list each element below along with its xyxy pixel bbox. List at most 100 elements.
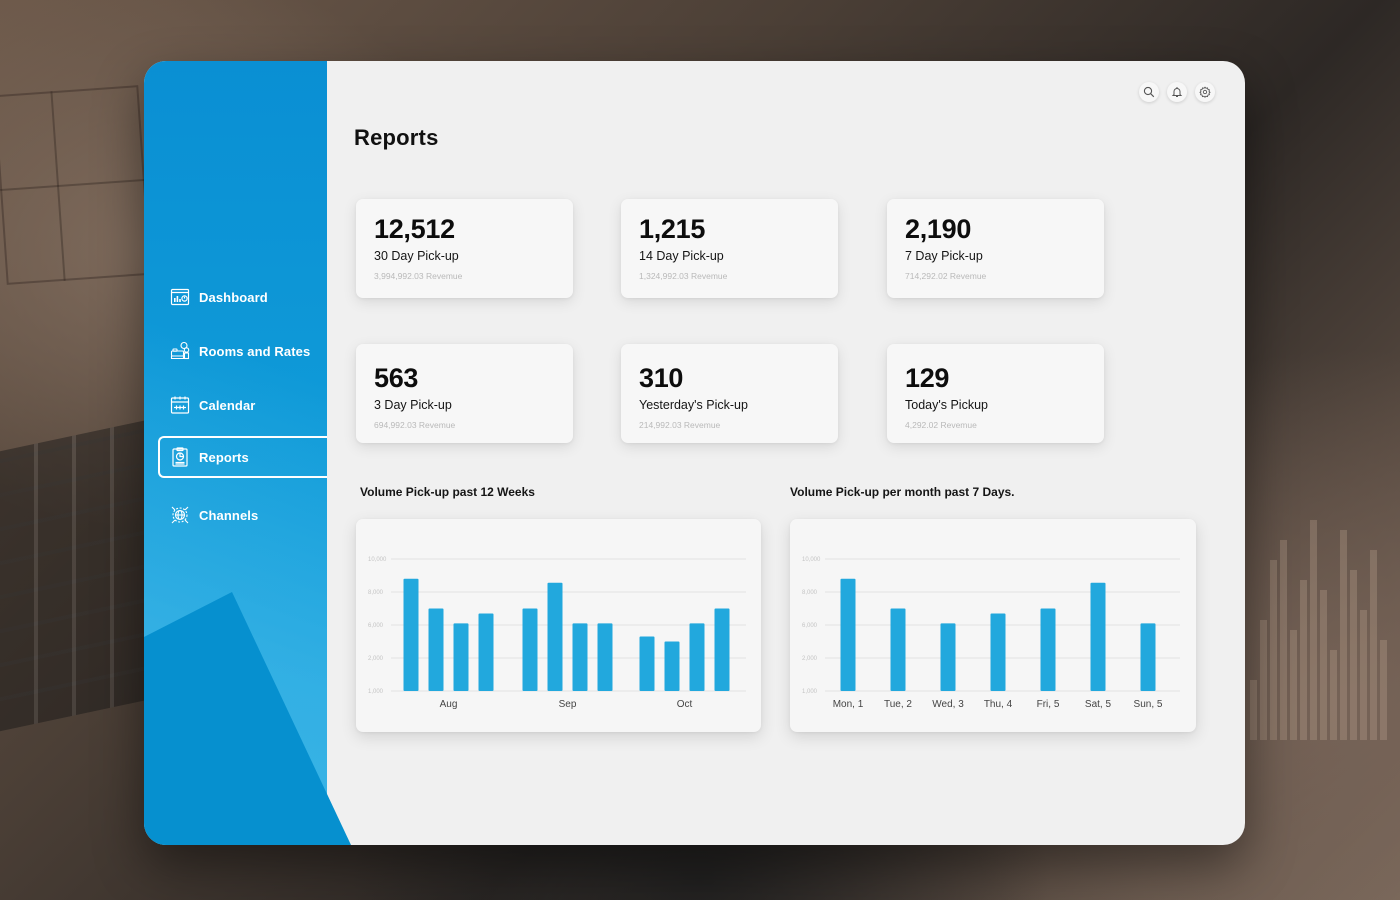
bar xyxy=(664,641,680,691)
sidebar-item-label: Dashboard xyxy=(199,289,268,305)
bar xyxy=(453,623,469,691)
x-tick-label: Wed, 3 xyxy=(932,699,964,710)
background-bar xyxy=(1350,570,1357,740)
background-bar xyxy=(1330,650,1337,740)
stat-revenue: 1,324,992.03 Revemue xyxy=(639,271,728,281)
y-tick-label: 10,000 xyxy=(368,557,387,563)
y-tick-label: 6,000 xyxy=(368,623,384,629)
background-bar xyxy=(1260,620,1267,740)
stat-value: 310 xyxy=(639,363,684,393)
chart-daily: 1,000 2,000 6,000 8,000 10,000 Mon, 1 Tue, 2 We… xyxy=(790,519,1196,732)
gear-icon xyxy=(1199,86,1211,98)
sidebar-item-label: Channels xyxy=(199,507,259,523)
x-tick-label: Sat, 5 xyxy=(1085,699,1112,710)
search-button[interactable] xyxy=(1139,82,1159,102)
background-bar xyxy=(1360,610,1367,740)
stat-value: 129 xyxy=(905,363,950,393)
background-bar xyxy=(1270,560,1277,740)
y-tick-label: 1,000 xyxy=(802,689,818,695)
notifications-button[interactable] xyxy=(1167,82,1187,102)
bar xyxy=(597,623,613,691)
x-tick-label: Aug xyxy=(440,699,458,710)
bar xyxy=(840,578,856,691)
y-tick-label: 1,000 xyxy=(368,689,384,695)
sidebar-item-label: Calendar xyxy=(199,397,256,413)
sidebar-item-calendar[interactable]: Calendar xyxy=(158,384,327,426)
bar xyxy=(940,623,956,691)
background-bar xyxy=(1290,630,1297,740)
stat-revenue: 3,994,992.03 Revemue xyxy=(374,271,463,281)
chart-weekly-svg: 1,000 2,000 6,000 8,000 10,000 Aug Sep Oct xyxy=(368,557,746,710)
stat-card-today: 129 Today's Pickup 4,292.02 Revemue xyxy=(887,344,1104,443)
search-icon xyxy=(1143,86,1155,98)
bar xyxy=(478,613,494,691)
chart-daily-svg: 1,000 2,000 6,000 8,000 10,000 Mon, 1 Tue, 2 We… xyxy=(802,557,1180,710)
bar xyxy=(522,608,538,691)
stat-label: 14 Day Pick-up xyxy=(639,249,724,263)
sidebar-item-dashboard[interactable]: Dashboard xyxy=(158,276,327,318)
stat-value: 2,190 xyxy=(905,214,972,244)
bar xyxy=(403,578,419,691)
rooms-rates-icon xyxy=(170,341,190,360)
bar xyxy=(890,608,906,691)
stat-card-14-day: 1,215 14 Day Pick-up 1,324,992.03 Revemu… xyxy=(621,199,838,298)
reports-icon xyxy=(172,447,188,467)
y-tick-label: 6,000 xyxy=(802,623,818,629)
stat-card-3-day: 563 3 Day Pick-up 694,992.03 Revemue xyxy=(356,344,573,443)
stat-revenue: 4,292.02 Revemue xyxy=(905,420,977,430)
chart-title-weekly: Volume Pick-up past 12 Weeks xyxy=(360,485,535,499)
main-content: Reports 12,512 30 Day Pick-up 3,994,992.… xyxy=(327,61,1245,845)
background-bar xyxy=(1280,540,1287,740)
background-decoration xyxy=(0,85,152,285)
app-window: Dashboard Rooms and Rates Calendar Repor… xyxy=(144,61,1245,845)
x-tick-label: Tue, 2 xyxy=(884,699,912,710)
dashboard-icon xyxy=(170,288,190,306)
background-bars xyxy=(1250,520,1400,740)
bar xyxy=(428,608,444,691)
sidebar-item-channels[interactable]: Channels xyxy=(158,494,327,536)
page-title: Reports xyxy=(354,125,439,150)
bar xyxy=(1090,582,1106,691)
stat-card-yesterday: 310 Yesterday's Pick-up 214,992.03 Revem… xyxy=(621,344,838,443)
background-bar xyxy=(1370,550,1377,740)
y-tick-label: 2,000 xyxy=(368,656,384,662)
stat-label: 3 Day Pick-up xyxy=(374,398,452,412)
x-tick-label: Oct xyxy=(677,699,693,710)
stat-revenue: 214,992.03 Revemue xyxy=(639,420,721,430)
stat-revenue: 694,992.03 Revemue xyxy=(374,420,456,430)
y-tick-label: 8,000 xyxy=(368,590,384,596)
bar xyxy=(689,623,705,691)
calendar-icon xyxy=(170,396,190,414)
bar xyxy=(714,608,730,691)
x-tick-label: Sep xyxy=(559,699,577,710)
sidebar-item-reports[interactable]: Reports xyxy=(158,436,327,478)
background-bar xyxy=(1340,530,1347,740)
channels-icon xyxy=(171,506,189,524)
y-tick-label: 8,000 xyxy=(802,590,818,596)
chart-title-daily: Volume Pick-up per month past 7 Days. xyxy=(790,485,1015,499)
bar xyxy=(639,636,655,691)
top-toolbar xyxy=(1139,82,1215,102)
y-tick-label: 2,000 xyxy=(802,656,818,662)
background-bar xyxy=(1300,580,1307,740)
stat-value: 12,512 xyxy=(374,214,455,244)
stat-card-30-day: 12,512 30 Day Pick-up 3,994,992.03 Revem… xyxy=(356,199,573,298)
background-bar xyxy=(1320,590,1327,740)
background-bar xyxy=(1250,680,1257,740)
stat-label: Today's Pickup xyxy=(905,398,988,412)
background-bar xyxy=(1380,640,1387,740)
y-tick-label: 10,000 xyxy=(802,557,821,563)
x-tick-label: Mon, 1 xyxy=(833,699,864,710)
bell-icon xyxy=(1171,87,1183,97)
chart-weekly: 1,000 2,000 6,000 8,000 10,000 Aug Sep Oct xyxy=(356,519,761,732)
stat-label: Yesterday's Pick-up xyxy=(639,398,748,412)
sidebar-item-rooms-and-rates[interactable]: Rooms and Rates xyxy=(158,330,327,372)
background-bar xyxy=(1310,520,1317,740)
stat-card-7-day: 2,190 7 Day Pick-up 714,292.02 Revemue xyxy=(887,199,1104,298)
x-tick-label: Thu, 4 xyxy=(984,699,1013,710)
stat-label: 7 Day Pick-up xyxy=(905,249,983,263)
bar xyxy=(572,623,588,691)
stat-value: 563 xyxy=(374,363,419,393)
settings-button[interactable] xyxy=(1195,82,1215,102)
x-tick-label: Sun, 5 xyxy=(1134,699,1163,710)
